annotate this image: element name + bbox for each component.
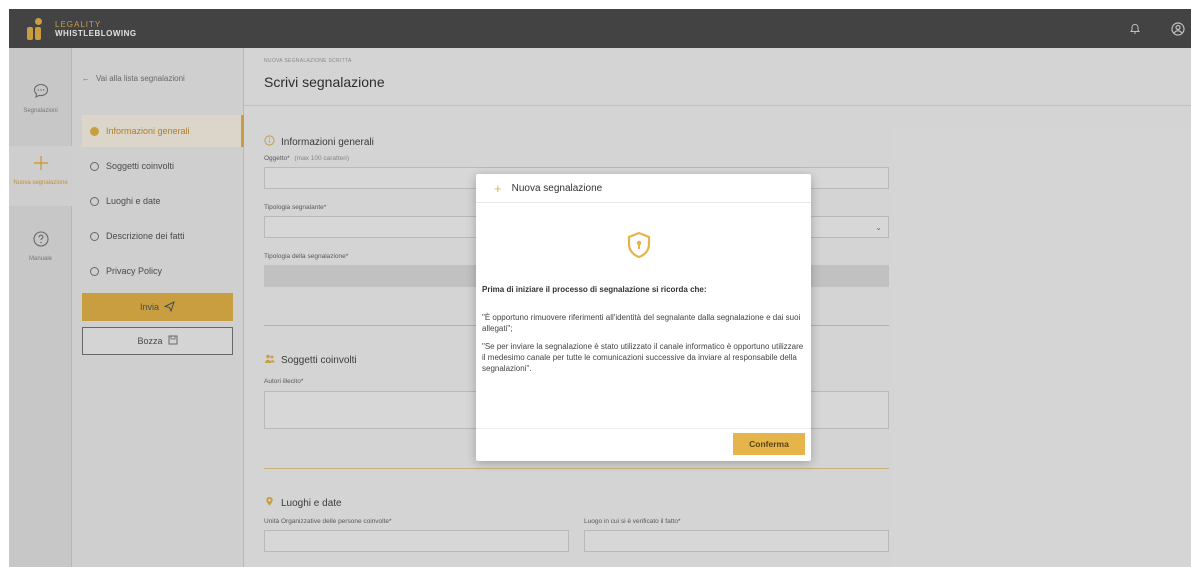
dialog-body: Prima di iniziare il processo di segnala… xyxy=(482,284,805,381)
new-report-dialog: + Nuova segnalazione Prima di iniziare i… xyxy=(476,174,811,461)
plus-icon: + xyxy=(494,180,502,196)
confirm-button[interactable]: Conferma xyxy=(733,433,805,455)
dialog-title: Nuova segnalazione xyxy=(511,182,603,194)
shield-icon xyxy=(626,231,652,259)
dialog-paragraph-1: "È opportuno rimuovere riferimenti all'i… xyxy=(482,313,801,333)
dialog-footer-divider xyxy=(476,428,811,429)
dialog-header: + Nuova segnalazione xyxy=(476,174,811,203)
dialog-intro: Prima di iniziare il processo di segnala… xyxy=(482,285,707,294)
dialog-paragraph-2: "Se per inviare la segnalazione è stato … xyxy=(482,342,804,373)
app-window: LEGALITY WHISTLEBLOWING Segnalazioni Nuo… xyxy=(9,9,1191,567)
